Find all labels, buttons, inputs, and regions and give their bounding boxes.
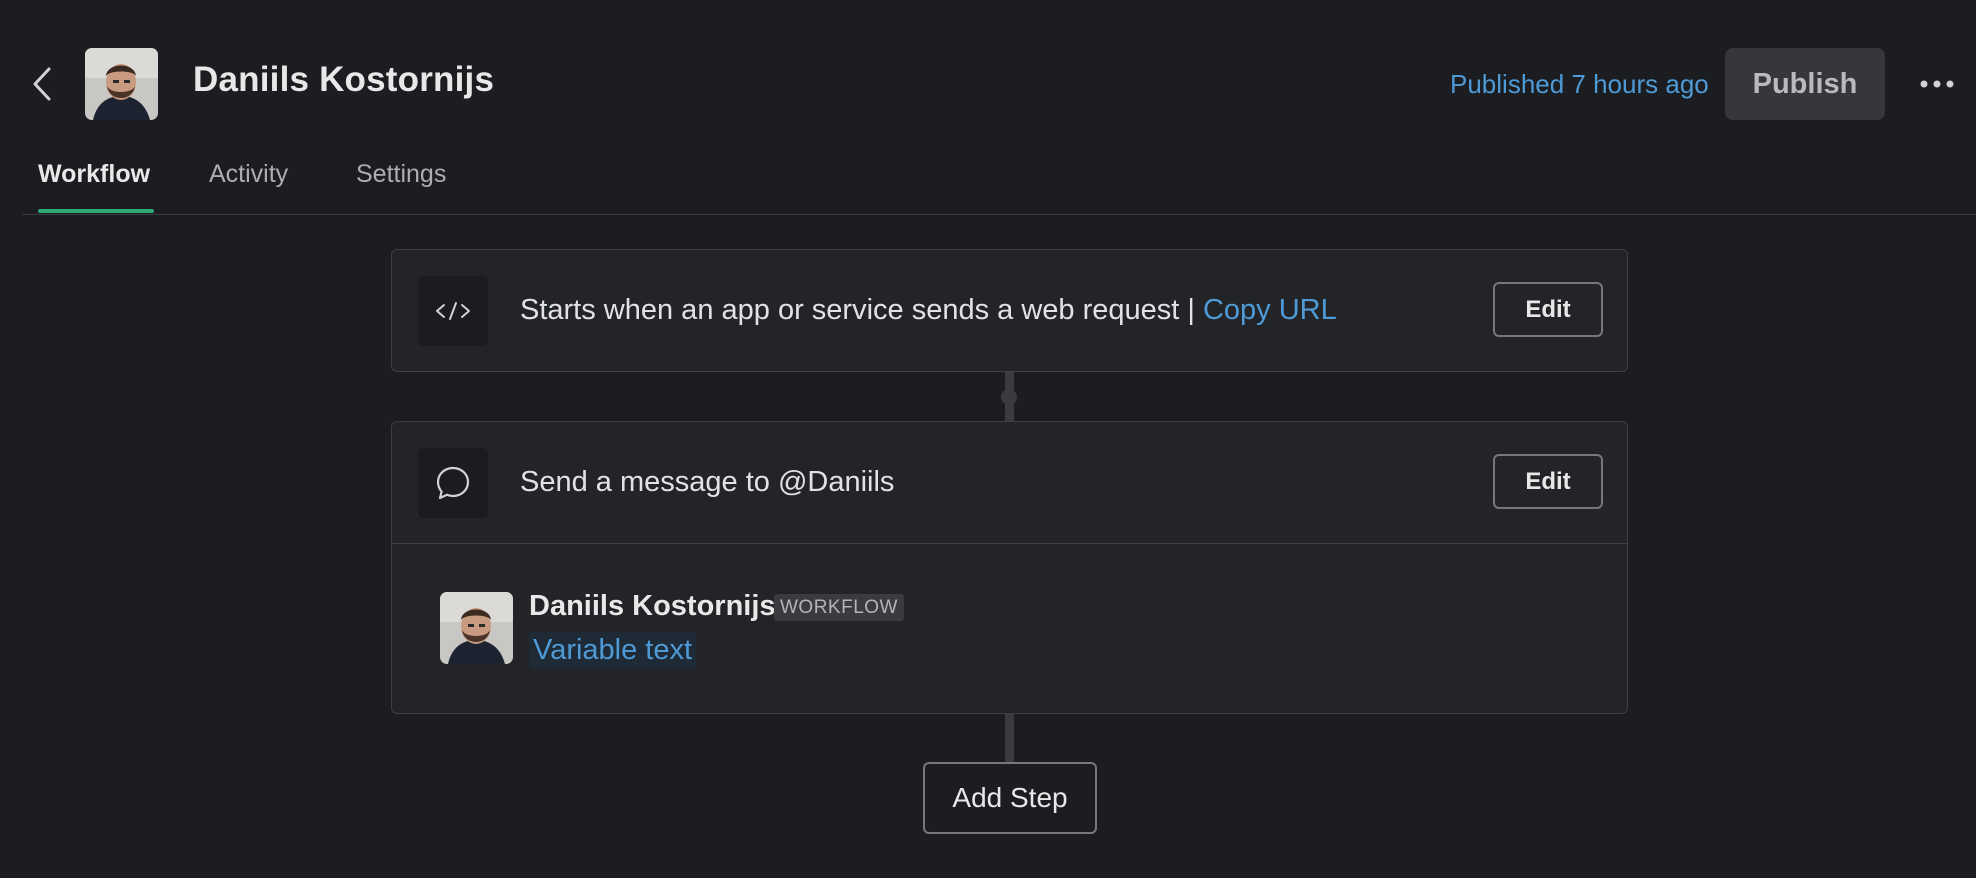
preview-avatar (440, 592, 513, 664)
trigger-step-card: Starts when an app or service sends a we… (391, 249, 1628, 372)
more-options-button[interactable] (1912, 62, 1962, 106)
preview-sender-name: Daniils Kostornijs (529, 590, 776, 622)
published-status-link[interactable]: Published 7 hours ago (1450, 69, 1709, 100)
card-divider (392, 543, 1627, 544)
message-icon-box (418, 448, 488, 518)
trigger-text: Starts when an app or service sends a we… (520, 294, 1195, 326)
more-horizontal-icon (1920, 80, 1954, 88)
add-step-button[interactable]: Add Step (923, 762, 1097, 834)
step-connector (1005, 714, 1014, 763)
connector-dot (1001, 389, 1017, 405)
workflow-page: Daniils Kostornijs Published 7 hours ago… (0, 0, 1976, 878)
workflow-badge: WORKFLOW (774, 594, 904, 621)
back-button[interactable] (22, 62, 62, 106)
variable-text-chip[interactable]: Variable text (529, 632, 697, 669)
tab-activity[interactable]: Activity (209, 160, 288, 189)
trigger-icon-box (418, 276, 488, 346)
code-icon (436, 302, 470, 320)
copy-url-link[interactable]: Copy URL (1203, 294, 1337, 326)
chevron-left-icon (33, 67, 51, 101)
tab-workflow[interactable]: Workflow (38, 160, 150, 189)
message-bubble-icon (436, 466, 470, 500)
active-tab-indicator (38, 209, 154, 213)
message-step-description: Send a message to @Daniils (520, 466, 895, 498)
avatar (85, 48, 158, 120)
page-title: Daniils Kostornijs (193, 60, 495, 99)
publish-button[interactable]: Publish (1725, 48, 1885, 120)
trigger-description: Starts when an app or service sends a we… (520, 294, 1337, 327)
tabs-divider (22, 214, 1976, 215)
tab-settings[interactable]: Settings (356, 160, 446, 189)
edit-trigger-button[interactable]: Edit (1493, 282, 1603, 337)
edit-message-button[interactable]: Edit (1493, 454, 1603, 509)
message-step-card: Send a message to @Daniils Edit Daniils … (391, 421, 1628, 714)
